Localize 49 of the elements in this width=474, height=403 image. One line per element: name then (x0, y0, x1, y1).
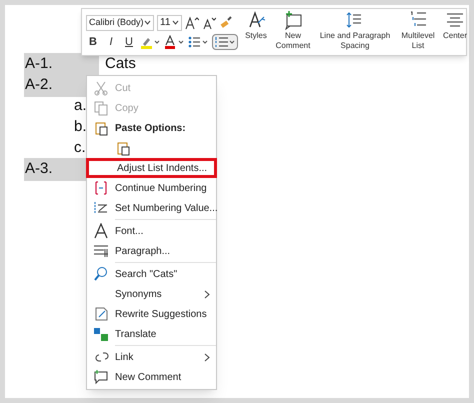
menu-item[interactable]: Rewrite Suggestions (87, 304, 216, 324)
chevron-down-icon[interactable] (172, 20, 179, 25)
menu-icon (93, 306, 109, 322)
bullets-icon[interactable] (188, 34, 208, 48)
format-painter-icon[interactable] (219, 16, 233, 30)
menu-item[interactable]: New Comment (87, 367, 216, 387)
menu-icon (93, 80, 109, 96)
menu-item[interactable]: Continue Numbering (87, 178, 216, 198)
shrink-font-icon[interactable] (202, 16, 216, 30)
comment-icon (283, 10, 303, 30)
list-number: a. (74, 96, 88, 116)
format-button[interactable]: I (104, 34, 118, 50)
grow-font-icon[interactable] (185, 16, 199, 30)
menu-item[interactable]: Font... (87, 221, 216, 241)
list-text: Cats (105, 54, 136, 74)
menu-icon (93, 369, 109, 385)
menu-item[interactable]: Adjust List Indents... (86, 158, 217, 178)
menu-icon (93, 100, 109, 116)
font-size-dropdown[interactable]: 11 (157, 14, 182, 30)
menu-icon (93, 326, 109, 342)
chevron-right-icon[interactable] (204, 352, 210, 362)
paste-icon[interactable] (115, 140, 131, 156)
menu-icon (93, 120, 109, 136)
menu-icon (93, 243, 109, 259)
menu-item[interactable]: Search "Cats" (87, 264, 216, 284)
font-name-dropdown[interactable]: Calibri (Body) (86, 14, 154, 30)
menu-item[interactable]: Link (87, 347, 216, 367)
menu-icon (93, 223, 109, 239)
toolbar-button[interactable]: Multilevel List (398, 10, 438, 54)
numbering-button[interactable] (212, 34, 238, 50)
menu-item[interactable]: Synonyms (87, 284, 216, 304)
menu-heading: Paste Options: (87, 118, 216, 138)
toolbar-button[interactable]: Center (441, 10, 469, 54)
format-button[interactable]: U (122, 34, 136, 50)
toolbar-button[interactable]: New Comment (274, 10, 312, 54)
list-number: b. (74, 117, 88, 138)
format-button[interactable]: B (86, 34, 100, 50)
menu-icon (93, 200, 109, 216)
list-number: c. (74, 138, 87, 158)
menu-item[interactable]: Translate (87, 324, 216, 344)
toolbar-button[interactable]: Line and Paragraph Spacing (315, 10, 395, 54)
chevron-down-icon[interactable] (144, 20, 151, 25)
menu-item[interactable]: Set Numbering Value... (87, 198, 216, 218)
menu-item[interactable]: Paragraph... (87, 241, 216, 261)
chevron-right-icon[interactable] (204, 290, 210, 298)
menu-icon (93, 266, 109, 282)
toolbar-button[interactable]: Styles (241, 10, 271, 54)
font-color-icon[interactable] (164, 34, 184, 48)
menu-icon (93, 180, 109, 196)
